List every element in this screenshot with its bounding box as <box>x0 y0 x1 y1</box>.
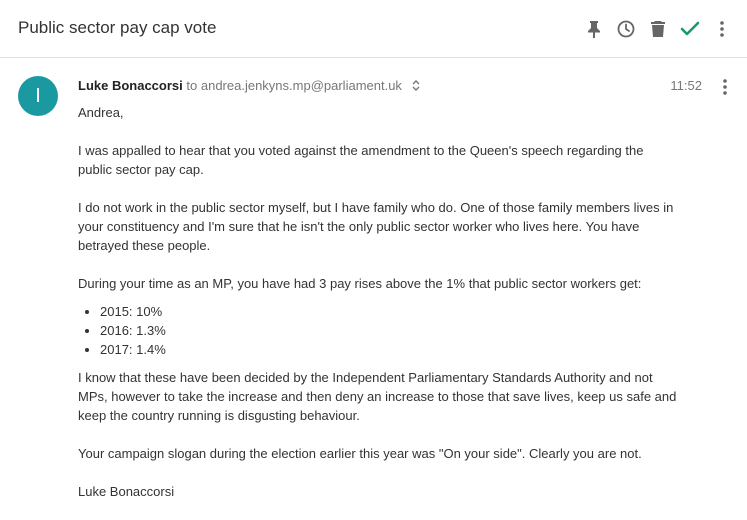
trash-icon[interactable] <box>646 17 670 41</box>
more-vert-icon[interactable] <box>710 17 734 41</box>
to-label: to <box>186 78 198 93</box>
paragraph: I know that these have been decided by t… <box>78 370 677 423</box>
pin-icon[interactable] <box>582 17 606 41</box>
email-subject: Public sector pay cap vote <box>18 18 217 37</box>
greeting: Andrea, <box>78 105 124 120</box>
message-more-icon[interactable] <box>717 76 733 98</box>
toolbar: Public sector pay cap vote <box>0 0 747 58</box>
sender-name[interactable]: Luke Bonaccorsi <box>78 78 183 93</box>
paragraph: Your campaign slogan during the election… <box>78 446 642 461</box>
list-item: 2016: 1.3% <box>100 321 678 340</box>
recipient-address[interactable]: andrea.jenkyns.mp@parliament.uk <box>201 78 402 93</box>
signature: Luke Bonaccorsi <box>78 484 175 499</box>
check-icon[interactable] <box>678 17 702 41</box>
snooze-clock-icon[interactable] <box>614 17 638 41</box>
paragraph: I was appalled to hear that you voted ag… <box>78 143 644 177</box>
pay-rise-list: 2015: 10% 2016: 1.3% 2017: 1.4% <box>78 302 678 359</box>
message-body: Andrea, I was appalled to hear that you … <box>78 103 678 520</box>
expand-recipients-icon[interactable] <box>412 79 420 94</box>
avatar: I <box>18 76 58 116</box>
message-header: Luke Bonaccorsi to andrea.jenkyns.mp@par… <box>78 78 420 94</box>
paragraph: During your time as an MP, you have had … <box>78 276 642 291</box>
list-item: 2015: 10% <box>100 302 678 321</box>
list-item: 2017: 1.4% <box>100 340 678 359</box>
message-time: 11:52 <box>670 78 702 93</box>
paragraph: I do not work in the public sector mysel… <box>78 200 674 253</box>
